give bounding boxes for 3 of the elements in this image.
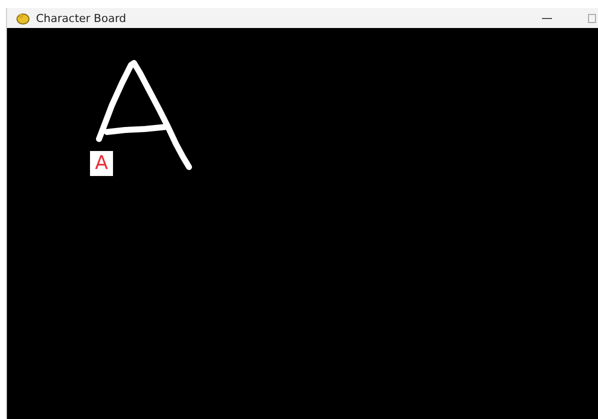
window-title: Character Board xyxy=(36,12,126,24)
drawing-canvas[interactable]: A xyxy=(7,28,598,419)
prediction-label: A xyxy=(90,151,113,176)
